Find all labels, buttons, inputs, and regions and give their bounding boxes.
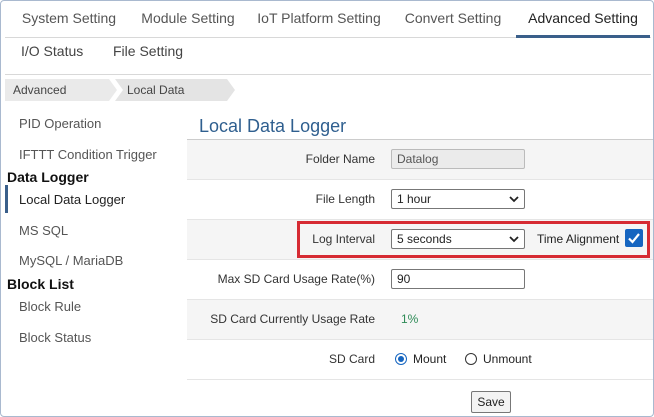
file-length-value: 1 hour [397, 192, 432, 206]
subtab-file-setting[interactable]: File Setting [113, 43, 183, 59]
folder-name-label: Folder Name [305, 152, 375, 166]
sidebar-group-block-list: Block List [7, 276, 74, 292]
max-usage-label: Max SD Card Usage Rate(%) [217, 272, 375, 286]
folder-name-field[interactable]: Datalog [391, 149, 525, 169]
sd-card-label: SD Card [328, 352, 375, 366]
current-usage-label: SD Card Currently Usage Rate [210, 312, 375, 326]
sd-card-unmount-option[interactable]: Unmount [465, 352, 532, 366]
row-max-usage: Max SD Card Usage Rate(%) 90 [187, 260, 653, 300]
tab-system-setting[interactable]: System Setting [13, 4, 125, 38]
sidebar-item-ifttt-condition-trigger[interactable]: IFTTT Condition Trigger [19, 147, 157, 162]
chevron-down-icon [509, 196, 519, 203]
sidebar-item-block-status[interactable]: Block Status [19, 330, 91, 345]
sidebar-item-block-rule[interactable]: Block Rule [19, 299, 81, 314]
row-folder-name: Folder Name Datalog [187, 140, 653, 180]
subtab-io-status[interactable]: I/O Status [21, 43, 83, 59]
mount-radio[interactable] [395, 353, 407, 365]
row-current-usage: SD Card Currently Usage Rate 1% [187, 300, 653, 340]
tab-module-setting[interactable]: Module Setting [133, 4, 243, 38]
top-tab-bar: System Setting Module Setting IoT Platfo… [5, 4, 651, 38]
sd-card-mount-option[interactable]: Mount [395, 352, 446, 366]
app-frame: System Setting Module Setting IoT Platfo… [0, 0, 654, 417]
breadcrumb-local-data-logger[interactable]: Local Data Logger [115, 79, 235, 101]
sidebar-item-ms-sql[interactable]: MS SQL [19, 223, 68, 238]
save-button[interactable]: Save [471, 391, 511, 413]
sidebar-item-local-data-logger[interactable]: Local Data Logger [19, 192, 125, 207]
tab-convert-setting[interactable]: Convert Setting [397, 4, 509, 38]
current-usage-value: 1% [401, 312, 419, 326]
sidebar-item-mysql-mariadb[interactable]: MySQL / MariaDB [19, 253, 123, 268]
sidebar-item-pid-operation[interactable]: PID Operation [19, 116, 101, 131]
sub-tab-bar: I/O Status File Setting [5, 39, 651, 75]
tab-advanced-setting[interactable]: Advanced Setting [516, 4, 650, 38]
log-interval-highlight-box [297, 221, 650, 258]
file-length-label: File Length [315, 192, 375, 206]
file-length-select[interactable]: 1 hour [391, 189, 525, 209]
breadcrumb-advanced-setting[interactable]: Advanced Setting [5, 79, 117, 101]
tab-iot-platform-setting[interactable]: IoT Platform Setting [253, 4, 385, 38]
page-title: Local Data Logger [199, 116, 347, 136]
row-sd-card: SD Card Mount Unmount [187, 340, 653, 380]
sidebar: PID Operation IFTTT Condition Trigger Da… [5, 105, 185, 415]
row-file-length: File Length 1 hour [187, 180, 653, 220]
save-row: Save [187, 385, 653, 416]
sidebar-group-data-logger: Data Logger [7, 169, 89, 185]
mount-label: Mount [413, 352, 447, 366]
unmount-label: Unmount [483, 352, 532, 366]
sidebar-active-indicator [5, 185, 8, 213]
unmount-radio[interactable] [465, 353, 477, 365]
max-usage-input[interactable]: 90 [391, 269, 525, 289]
main-panel: Local Data Logger Folder Name Datalog Fi… [187, 105, 653, 416]
